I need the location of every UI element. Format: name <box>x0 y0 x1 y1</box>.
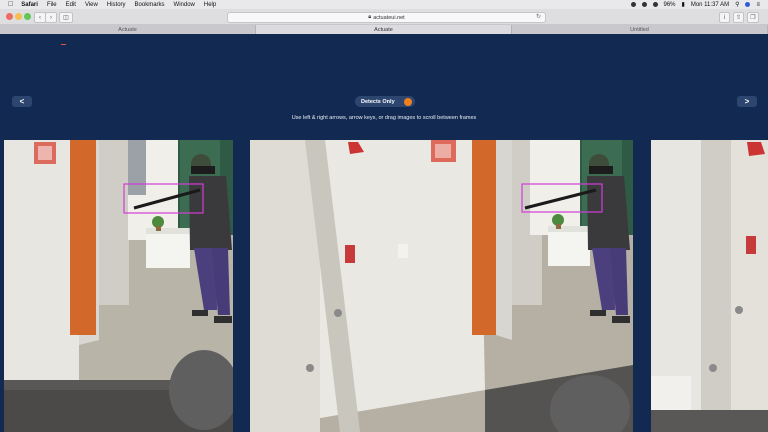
battery-percent[interactable]: 96% <box>664 2 676 8</box>
menu-safari[interactable]: Safari <box>21 2 38 8</box>
detects-only-toggle[interactable]: Detects Only <box>355 96 415 107</box>
battery-icon[interactable]: ▮ <box>682 1 685 8</box>
sidebar-icon: ◫ <box>63 15 69 21</box>
tab-untitled[interactable]: Untitled <box>512 25 768 34</box>
tab-bar: Actuate Actuate Untitled <box>0 25 768 34</box>
clock[interactable]: Mon 11:37 AM <box>691 2 729 8</box>
menu-edit[interactable]: Edit <box>66 2 76 8</box>
status-area: 96% ▮ Mon 11:37 AM ⚲ ≡ <box>630 0 760 9</box>
search-icon[interactable]: ⚲ <box>735 1 739 8</box>
url-text: actuateui.net <box>373 14 405 21</box>
menu-history[interactable]: History <box>107 2 126 8</box>
user-icon[interactable] <box>745 2 751 7</box>
tab-actuate-1[interactable]: Actuate <box>0 25 256 34</box>
info-button[interactable]: i <box>719 12 730 23</box>
detects-only-label: Detects Only <box>355 96 401 107</box>
logo-mark <box>61 44 66 45</box>
control-center-icon[interactable]: ≡ <box>756 2 760 8</box>
menu-bookmarks[interactable]: Bookmarks <box>135 2 165 8</box>
sidebar-button[interactable]: ◫ <box>59 12 73 23</box>
menu-view[interactable]: View <box>85 2 98 8</box>
page-content: < > Detects Only Use left & right arrows… <box>0 34 768 432</box>
close-window-button[interactable] <box>6 13 13 20</box>
frame-right[interactable] <box>651 140 768 432</box>
status-icon[interactable] <box>630 2 636 7</box>
frame-left[interactable] <box>4 140 233 432</box>
share-icon: ⇧ <box>735 15 742 21</box>
share-button[interactable]: ⇧ <box>733 12 744 23</box>
minimize-window-button[interactable] <box>15 13 22 20</box>
next-frame-button[interactable]: > <box>737 96 757 107</box>
chevron-right-icon: › <box>50 14 52 21</box>
apple-icon[interactable]:  <box>8 1 13 8</box>
wifi-icon[interactable] <box>652 2 658 7</box>
menu-window[interactable]: Window <box>174 2 195 8</box>
fullscreen-window-button[interactable] <box>24 13 31 20</box>
forward-button[interactable]: › <box>45 12 57 23</box>
toggle-knob <box>403 97 412 106</box>
address-bar[interactable]: 🔒︎ actuateui.net ↻ <box>227 12 546 23</box>
toggle-track[interactable] <box>400 96 415 107</box>
chevron-left-icon: ‹ <box>39 14 41 21</box>
tabs-icon: ❐ <box>750 15 756 21</box>
cloud-icon[interactable] <box>641 2 647 7</box>
frame-right-image <box>651 140 768 432</box>
browser-toolbar: ‹ › ◫ 🔒︎ actuateui.net ↻ i ⇧ ❐ <box>0 9 768 25</box>
tab-actuate-2[interactable]: Actuate <box>256 25 512 34</box>
scroll-instructions: Use left & right arrows, arrow keys, or … <box>291 115 477 121</box>
frame-center-image <box>250 140 633 432</box>
tab-overview-button[interactable]: ❐ <box>747 12 759 23</box>
menu-file[interactable]: File <box>47 2 57 8</box>
reload-icon[interactable]: ↻ <box>536 13 541 20</box>
lock-icon: 🔒︎ <box>368 14 372 20</box>
frame-left-image <box>4 140 233 432</box>
info-icon: i <box>723 14 726 21</box>
menu-bar:  Safari File Edit View History Bookmark… <box>0 0 768 9</box>
menu-help[interactable]: Help <box>204 2 216 8</box>
previous-frame-button[interactable]: < <box>12 96 32 107</box>
frame-center[interactable] <box>250 140 633 432</box>
